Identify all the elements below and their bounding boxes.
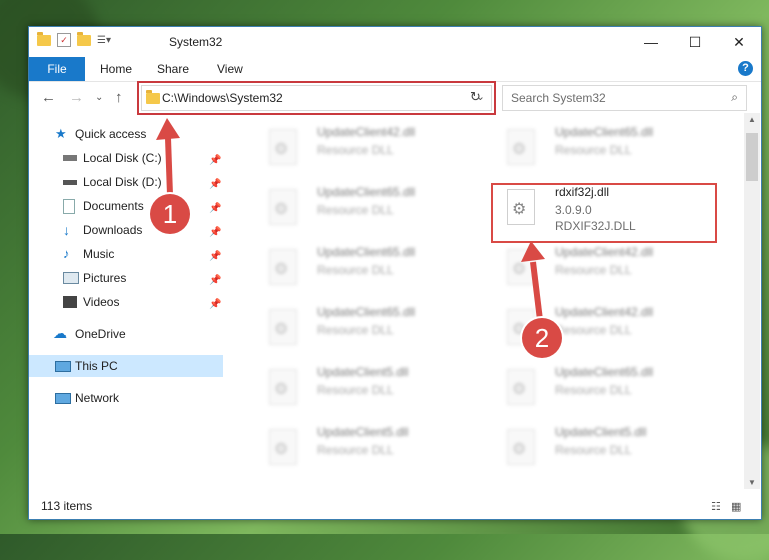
step-1-callout: 1 [150, 194, 190, 234]
annotation-overlay [156, 118, 545, 321]
step-2-callout: 2 [522, 318, 562, 358]
arrow-1 [156, 118, 180, 196]
arrow-2 [521, 241, 545, 321]
